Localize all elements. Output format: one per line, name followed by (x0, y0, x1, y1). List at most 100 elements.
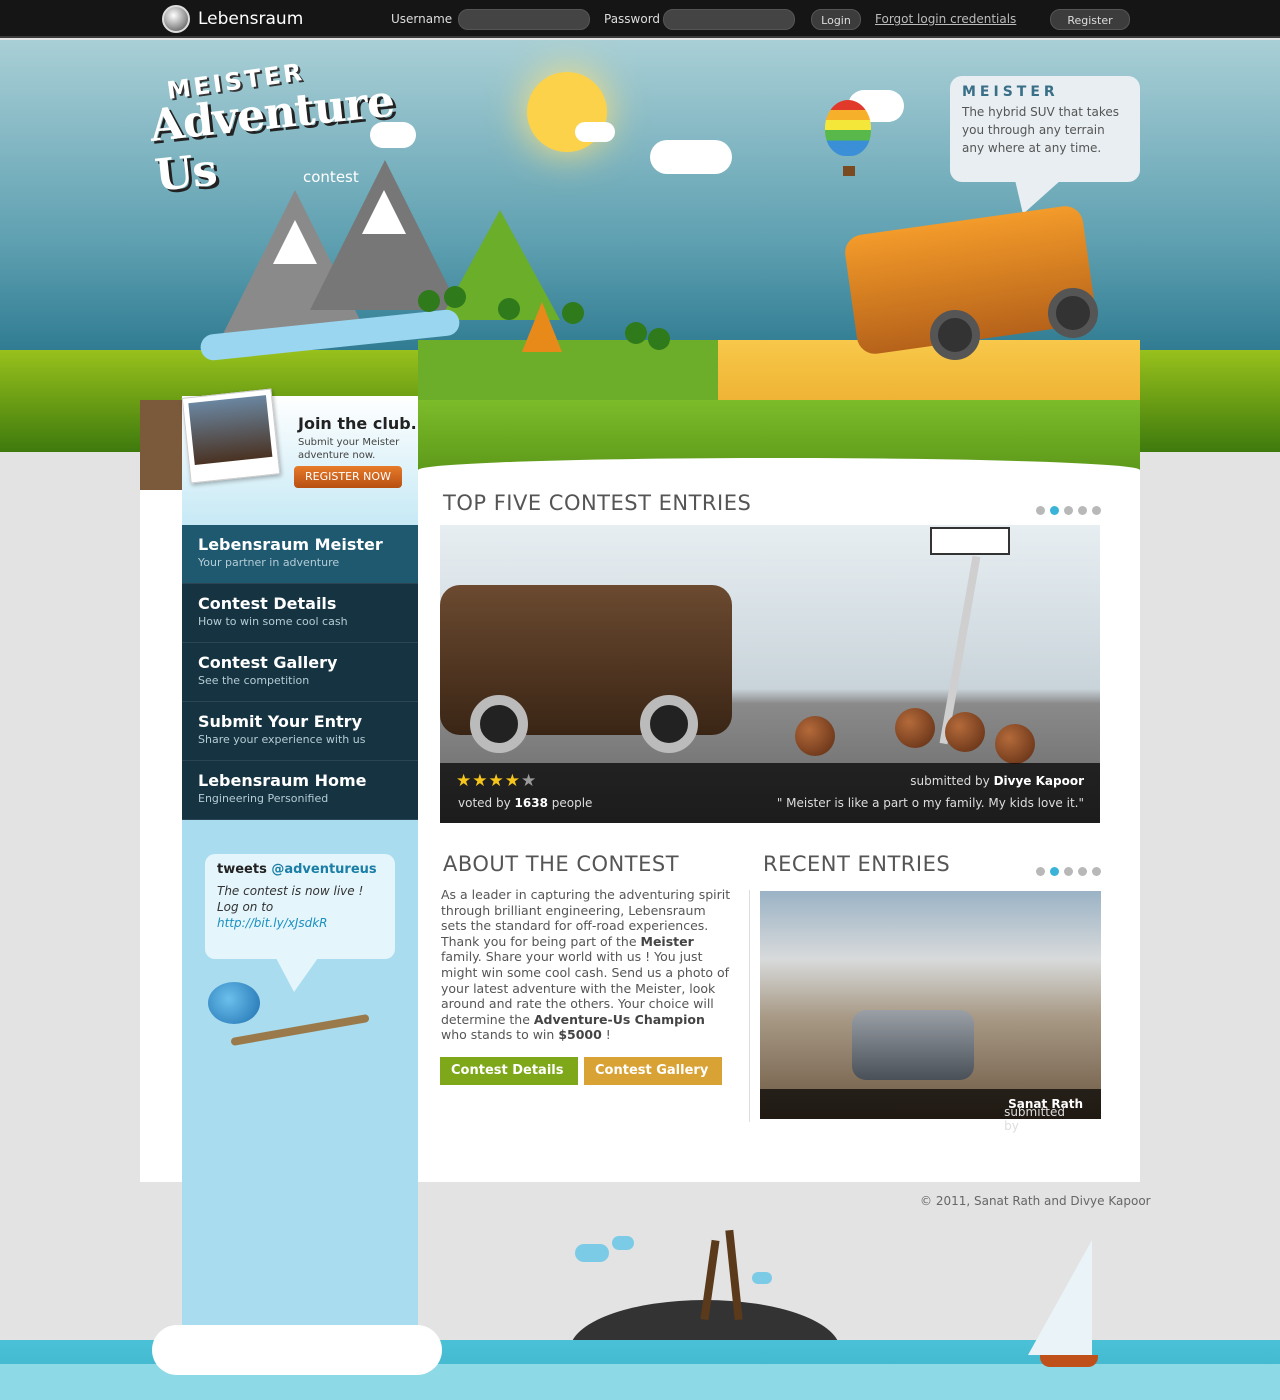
star-empty-icon[interactable]: ★ (521, 771, 537, 791)
tree-illustration (418, 290, 440, 312)
sidebar-item-title: Submit Your Entry (198, 712, 362, 731)
basketball (795, 716, 835, 756)
tweets-label: tweets (217, 862, 267, 877)
carousel-dot[interactable] (1078, 506, 1087, 515)
join-title: Join the club. (298, 414, 417, 433)
sidebar-item-title: Lebensraum Home (198, 771, 367, 790)
contest-gallery-button[interactable]: Contest Gallery (584, 1057, 722, 1085)
tree-illustration (444, 286, 466, 308)
voted-count: 1638 (514, 796, 548, 810)
contest-details-button[interactable]: Contest Details (440, 1057, 578, 1085)
carousel-dot[interactable] (1092, 867, 1101, 876)
speech-title: MEISTER (962, 84, 1059, 100)
password-input[interactable] (663, 9, 795, 30)
join-subtitle: Submit your Meister adventure now. (298, 437, 400, 461)
username-input[interactable] (458, 9, 590, 30)
tree-illustration (625, 322, 647, 344)
hero-banner: MEISTER Adventure Us contest MEISTER The… (0, 40, 1280, 452)
basketball-hoop (930, 527, 1010, 555)
recent-entry-photo[interactable] (760, 891, 1101, 1119)
column-divider (749, 890, 750, 1122)
top-entries-carousel-dots (1036, 506, 1101, 515)
sidebar-item-submit-entry[interactable]: Submit Your Entry Share your experience … (182, 702, 418, 761)
tree-illustration (498, 298, 520, 320)
twitter-bird-icon (208, 982, 260, 1024)
tent-illustration (522, 302, 562, 352)
tweet-text-block: The contest is now live ! Log on to http… (217, 883, 383, 931)
sidebar-item-lebensraum-home[interactable]: Lebensraum Home Engineering Personified (182, 761, 418, 820)
recent-entry-caption: submitted by Sanat Rath (760, 1089, 1101, 1133)
sailboat-sail (1028, 1240, 1092, 1355)
sidebar-item-title: Lebensraum Meister (198, 535, 383, 554)
sidebar-item-subtitle: Engineering Personified (198, 792, 329, 805)
mountain-illustration (310, 160, 460, 310)
carousel-dot-active[interactable] (1050, 506, 1059, 515)
tweet-bubble: tweets @adventureus The contest is now l… (205, 854, 395, 959)
brand-logo[interactable]: Lebensraum (162, 5, 303, 33)
register-button[interactable]: Register (1050, 9, 1130, 30)
star-filled-icon[interactable]: ★ (505, 771, 521, 791)
tweet-text: The contest is now live ! Log on to (217, 884, 364, 914)
voted-count-text: voted by 1638 people (458, 796, 592, 810)
submitted-prefix: submitted by (1004, 1105, 1065, 1133)
about-title: ABOUT THE CONTEST (443, 852, 680, 876)
top-bar: Lebensraum Username Password Login Forgo… (0, 0, 1280, 38)
tweet-bubble-tail (276, 958, 318, 992)
balloon-basket (843, 166, 855, 176)
suv-wheel (640, 695, 698, 753)
sidebar-item-contest-gallery[interactable]: Contest Gallery See the competition (182, 643, 418, 702)
submitted-by-text: submitted by Divye Kapoor (910, 774, 1084, 788)
about-text-part: who stands to win (441, 1027, 559, 1043)
star-filled-icon[interactable]: ★ (472, 771, 488, 791)
recent-entry-suv (852, 1010, 974, 1080)
tweets-heading: tweets @adventureus (217, 862, 383, 877)
basketball (995, 724, 1035, 764)
suv-wheel (930, 310, 980, 360)
carousel-dot[interactable] (1078, 867, 1087, 876)
speech-text: The hybrid SUV that takes you through an… (962, 105, 1119, 155)
carousel-dot[interactable] (1036, 506, 1045, 515)
submitted-prefix: submitted by (910, 774, 990, 788)
voted-suffix: people (551, 796, 593, 810)
sidebar-item-contest-details[interactable]: Contest Details How to win some cool cas… (182, 584, 418, 643)
brand-logo-icon (162, 5, 190, 33)
carousel-dot[interactable] (1064, 506, 1073, 515)
sidebar-item-lebensraum-meister[interactable]: Lebensraum Meister Your partner in adven… (182, 525, 418, 584)
carousel-dot[interactable] (1092, 506, 1101, 515)
rating-stars[interactable]: ★★★★★ (456, 771, 537, 791)
recent-entries-title: RECENT ENTRIES (763, 852, 951, 876)
cloud-illustration (752, 1272, 772, 1284)
suv-polaroid-image (188, 395, 273, 465)
suv-polaroid-photo (181, 388, 281, 484)
about-champion: Adventure-Us Champion (533, 1011, 705, 1027)
submitter-name: Divye Kapoor (993, 774, 1084, 788)
forgot-credentials-link[interactable]: Forgot login credentials (875, 12, 1016, 26)
carousel-dot[interactable] (1064, 867, 1073, 876)
star-filled-icon[interactable]: ★ (456, 771, 472, 791)
password-label: Password (604, 12, 661, 26)
suv-wheel (470, 695, 528, 753)
mountain-snow (273, 220, 317, 264)
cloud-illustration (575, 122, 615, 142)
carousel-dot[interactable] (1036, 867, 1045, 876)
register-now-button[interactable]: REGISTER NOW (294, 466, 402, 488)
mountain-snow (362, 190, 406, 234)
sidebar-item-subtitle: Share your experience with us (198, 733, 366, 746)
cloud-illustration (152, 1325, 442, 1375)
recent-entries-carousel-dots (1036, 867, 1101, 876)
basketball (895, 708, 935, 748)
star-filled-icon[interactable]: ★ (489, 771, 505, 791)
tweet-link[interactable]: http://bit.ly/xJsdkR (217, 916, 328, 930)
sidebar-item-title: Contest Details (198, 594, 337, 613)
sailboat-hull (1040, 1355, 1098, 1367)
grass-edge-decoration (418, 400, 1140, 482)
entry-quote: " Meister is like a part o my family. My… (776, 796, 1084, 810)
cloud-illustration (650, 140, 732, 174)
carousel-dot-active[interactable] (1050, 867, 1059, 876)
about-text-part: ! (601, 1027, 611, 1043)
twitter-handle-link[interactable]: @adventureus (271, 862, 376, 877)
about-prize: $5000 (558, 1027, 602, 1043)
sidebar-item-subtitle: Your partner in adventure (198, 556, 340, 569)
sidebar-item-subtitle: How to win some cool cash (198, 615, 348, 628)
login-button[interactable]: Login (811, 9, 861, 30)
